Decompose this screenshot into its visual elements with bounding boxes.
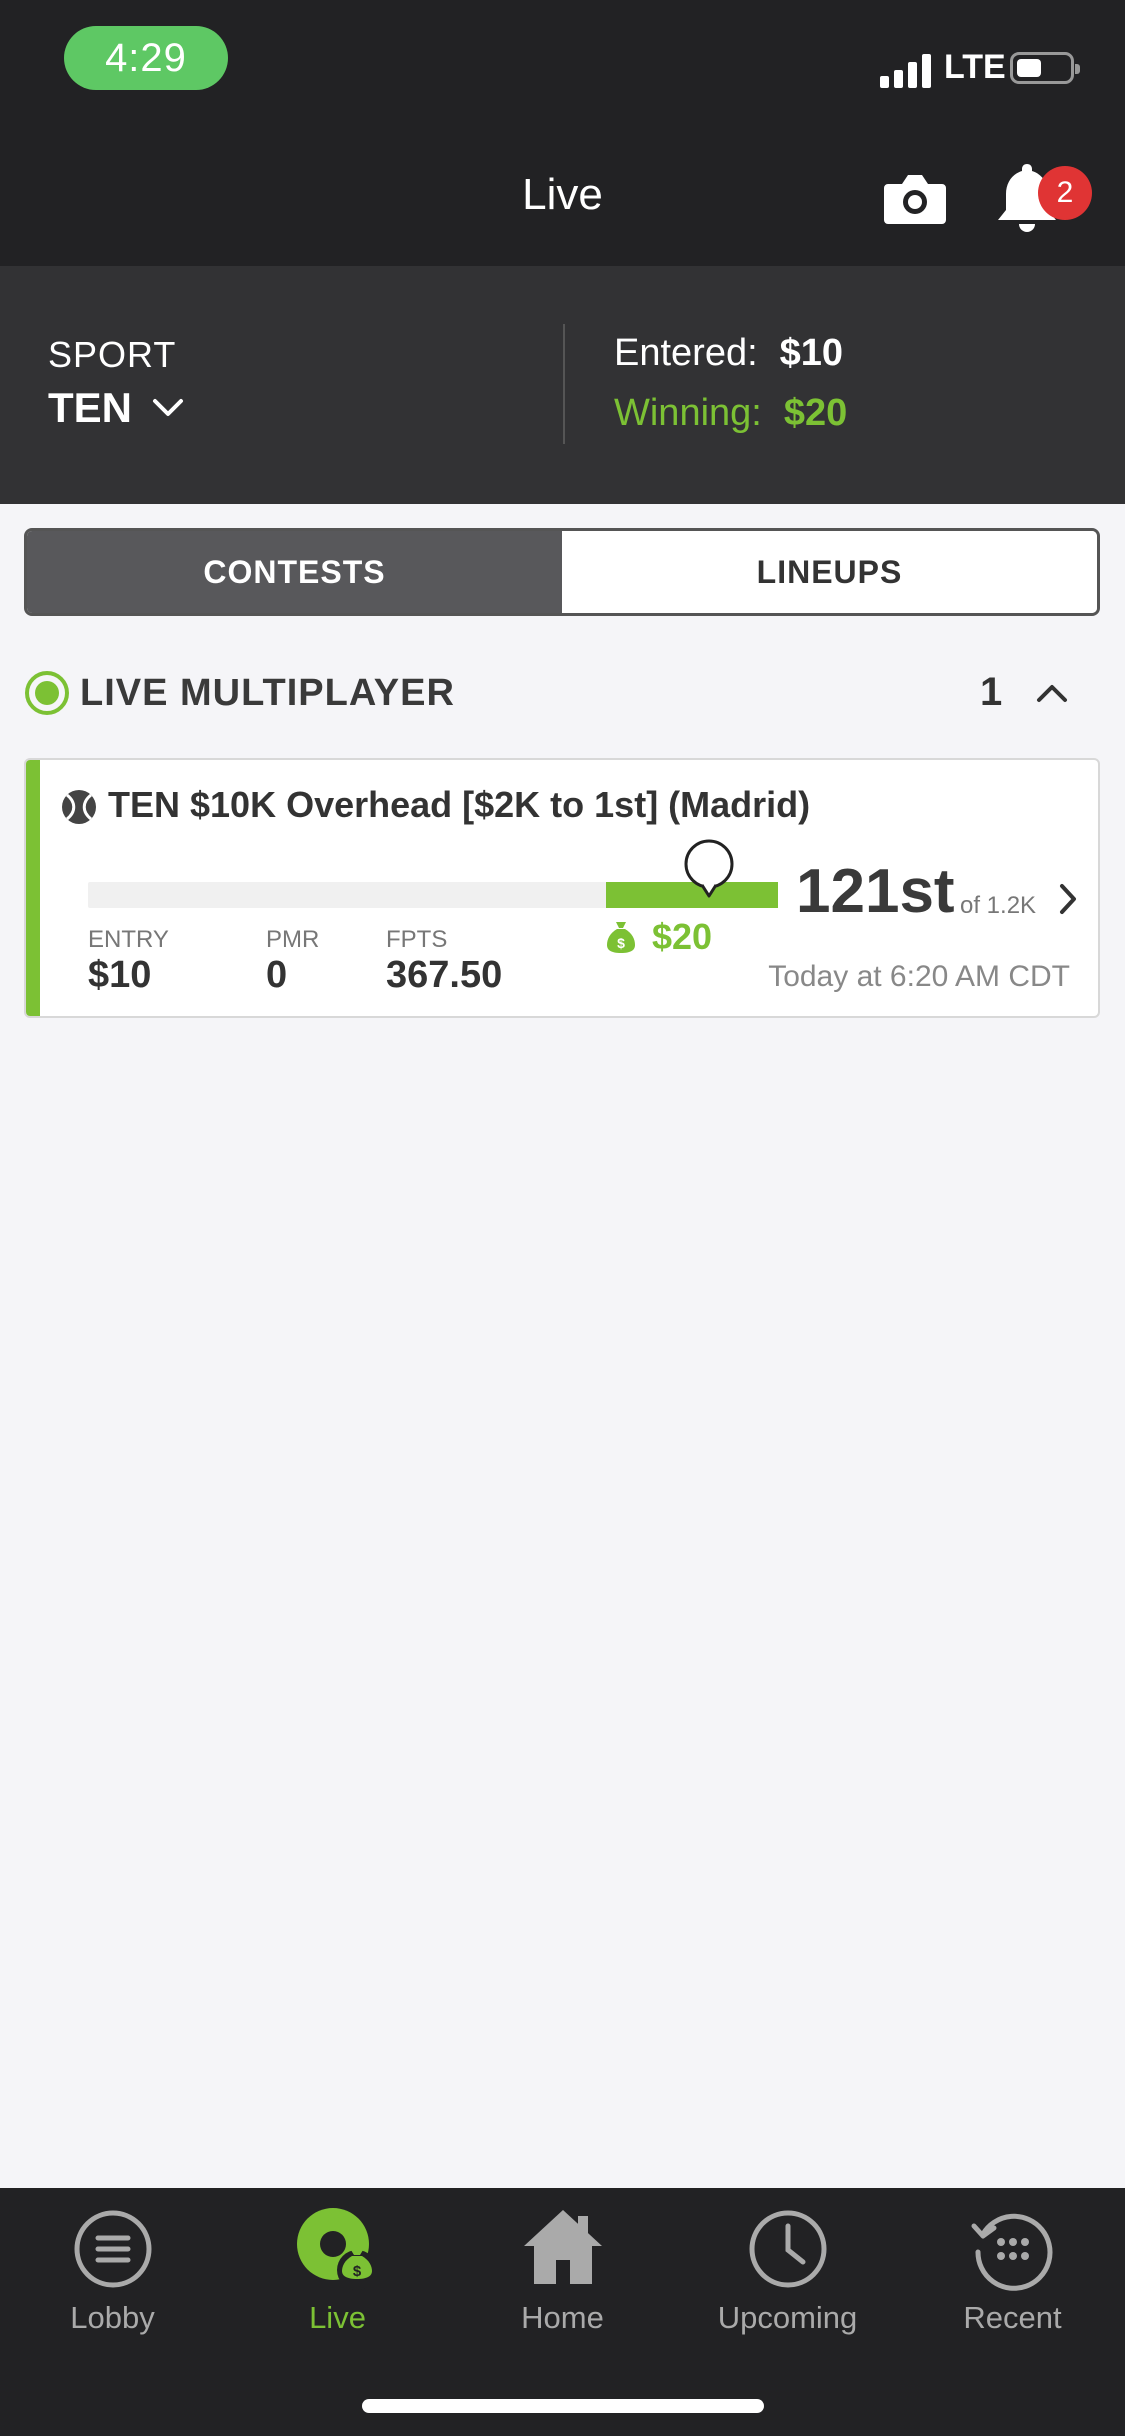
page-title: Live	[522, 170, 603, 219]
contest-card[interactable]: TEN $10K Overhead [$2K to 1st] (Madrid) …	[24, 758, 1100, 1018]
winning-row: Winning: $20	[614, 392, 847, 435]
divider	[563, 324, 565, 444]
tab-label: Home	[521, 2300, 604, 2335]
entry-value: $10	[88, 954, 152, 996]
status-time: 4:29	[64, 26, 228, 90]
summary-panel: SPORT TEN Entered: $10 Winning: $20	[0, 266, 1125, 504]
status-bar: 4:29 LTE	[0, 0, 1125, 130]
contests-lineups-toggle: CONTESTS LINEUPS	[24, 528, 1100, 616]
entry-label: ENTRY	[88, 926, 169, 953]
network-type: LTE	[944, 48, 1006, 86]
winning-label: Winning:	[614, 392, 762, 434]
contest-title: TEN $10K Overhead [$2K to 1st] (Madrid)	[108, 784, 811, 825]
tab-upcoming[interactable]: Upcoming	[675, 2204, 900, 2336]
clock-icon	[749, 2210, 826, 2288]
live-icon: $	[296, 2208, 377, 2290]
position-marker-icon	[684, 839, 734, 898]
winning-value: $20	[783, 392, 848, 434]
tab-lineups[interactable]: LINEUPS	[562, 531, 1097, 613]
rank-total: of 1.2K	[960, 892, 1037, 919]
fpts-label: FPTS	[386, 926, 448, 953]
chevron-down-icon	[153, 399, 183, 416]
live-indicator-icon	[25, 671, 69, 715]
nav-bar: Live 2	[0, 130, 1125, 266]
notification-badge: 2	[1038, 166, 1092, 220]
rank-value: 121st	[796, 857, 955, 926]
fpts-value: 367.50	[386, 954, 503, 996]
tab-lobby[interactable]: Lobby	[0, 2204, 225, 2336]
lobby-icon	[74, 2210, 151, 2288]
svg-text:$: $	[617, 935, 625, 951]
money-bag-icon: $	[607, 922, 635, 953]
sport-value: TEN	[48, 384, 132, 431]
chevron-up-icon[interactable]	[1036, 682, 1068, 704]
sport-selector[interactable]: TEN	[48, 384, 184, 432]
section-title: LIVE MULTIPLAYER	[80, 672, 455, 714]
rank-progress-bar	[88, 882, 778, 908]
entered-label: Entered:	[614, 332, 758, 374]
recent-icon	[971, 2213, 1052, 2291]
entered-row: Entered: $10	[614, 332, 843, 375]
signal-icon	[880, 52, 940, 88]
tab-recent[interactable]: Recent	[900, 2204, 1125, 2336]
card-live-stripe	[26, 760, 40, 1016]
svg-text:$: $	[352, 2263, 361, 2280]
tab-label: Upcoming	[717, 2300, 858, 2335]
pmr-value: 0	[266, 954, 288, 996]
camera-icon[interactable]	[884, 170, 946, 226]
tab-label: Recent	[963, 2300, 1062, 2335]
pmr-label: PMR	[266, 926, 320, 953]
tab-live[interactable]: $ Live	[225, 2204, 450, 2336]
tennis-ball-icon	[62, 790, 96, 824]
chevron-right-icon	[1060, 884, 1076, 914]
tab-label: Lobby	[70, 2300, 155, 2335]
contest-start-time: Today at 6:20 AM CDT	[768, 960, 1070, 993]
home-indicator[interactable]	[362, 2399, 764, 2413]
section-count: 1	[980, 670, 1003, 714]
tab-contests[interactable]: CONTESTS	[27, 531, 562, 613]
battery-icon	[1010, 52, 1080, 84]
tab-label: Live	[309, 2300, 366, 2335]
sport-label: SPORT	[48, 334, 177, 375]
tab-home[interactable]: Home	[450, 2204, 675, 2336]
prize-value: $20	[652, 916, 713, 957]
home-icon	[523, 2210, 602, 2284]
entered-value: $10	[779, 332, 844, 374]
